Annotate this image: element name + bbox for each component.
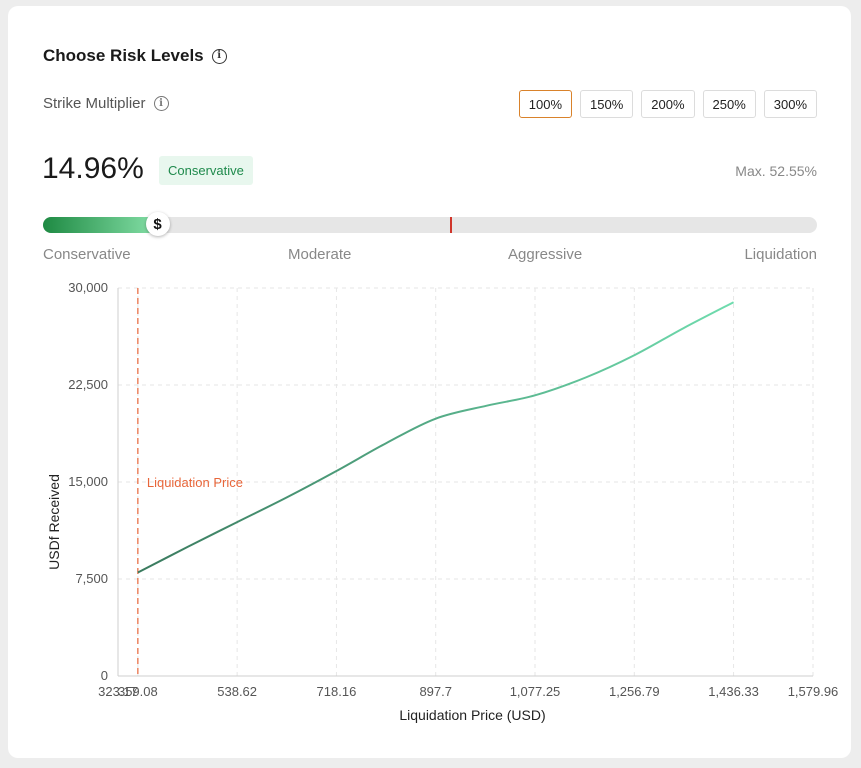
x-axis-title: Liquidation Price (USD) <box>399 707 545 723</box>
y-axis-title: USDf Received <box>46 474 62 570</box>
x-tick-label: 1,436.33 <box>708 684 759 699</box>
x-tick-label: 1,579.96 <box>788 684 839 699</box>
usdf-received-chart: Liquidation Price 0 7,500 15,000 22,500 30,0… <box>46 280 839 723</box>
x-tick-label: 538.62 <box>217 684 257 699</box>
y-tick-label: 15,000 <box>68 474 108 489</box>
x-tick-label: 718.16 <box>317 684 357 699</box>
liquidation-price-label: Liquidation Price <box>147 475 243 490</box>
y-tick-label: 7,500 <box>75 571 108 586</box>
y-tick-label: 30,000 <box>68 280 108 295</box>
y-tick-label: 0 <box>101 668 108 683</box>
x-tick-label: 1,077.25 <box>510 684 561 699</box>
x-tick-label: 359.08 <box>118 684 158 699</box>
y-tick-label: 22,500 <box>68 377 108 392</box>
x-tick-label: 1,256.79 <box>609 684 660 699</box>
x-tick-label: 897.7 <box>419 684 452 699</box>
